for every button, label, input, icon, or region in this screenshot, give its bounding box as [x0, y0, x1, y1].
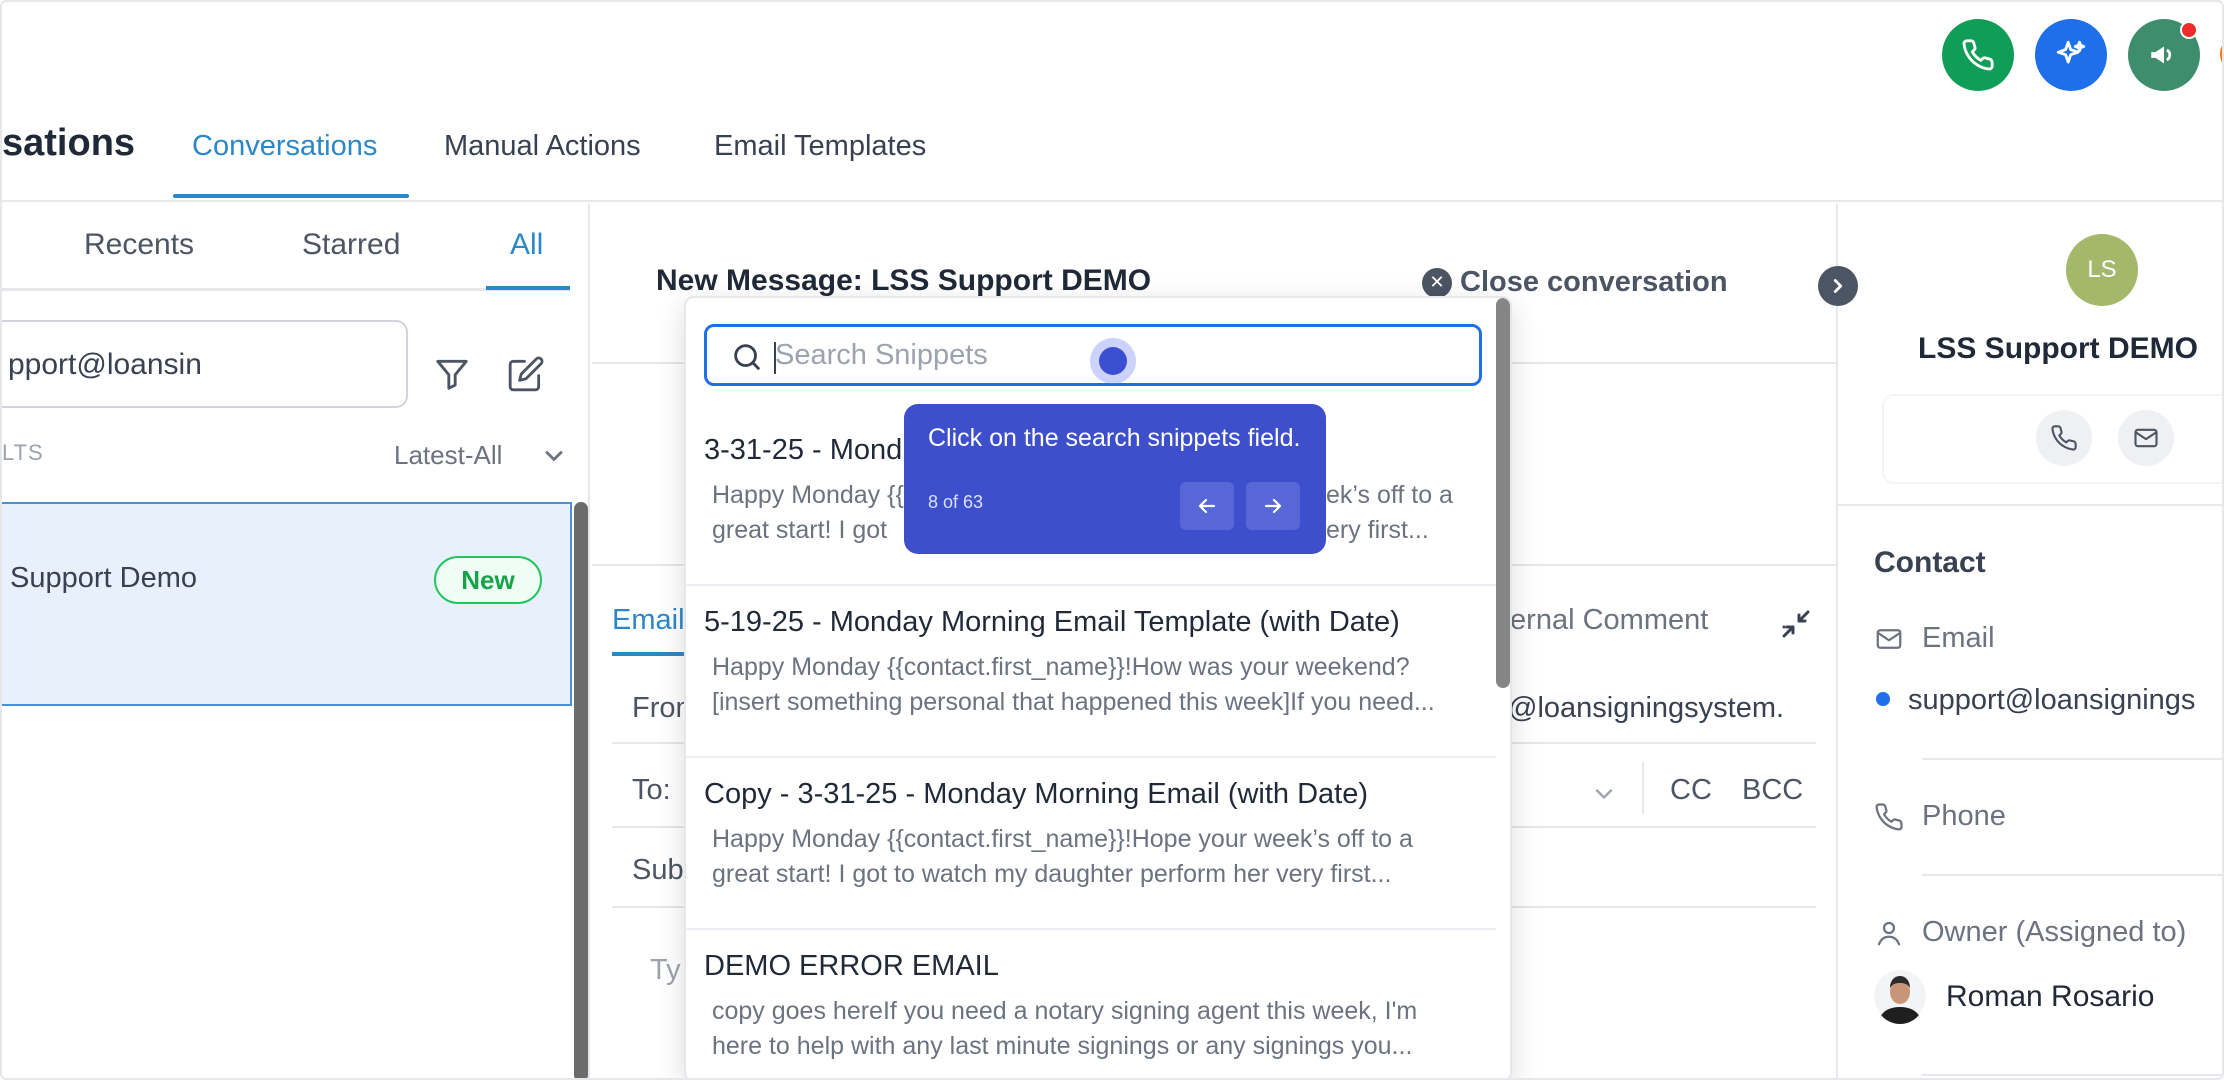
snippet-title: DEMO ERROR EMAIL: [704, 950, 999, 982]
top-bar: [2, 2, 2222, 102]
list-tab-starred[interactable]: Starred: [302, 228, 400, 262]
email-contact-button[interactable]: [2118, 410, 2174, 466]
divider: [1922, 758, 2222, 760]
user-avatar-partial[interactable]: [2220, 40, 2222, 68]
list-tab-recents[interactable]: Recents: [84, 228, 194, 262]
list-tab-indicator: [486, 286, 570, 290]
arrow-right-icon: [1264, 498, 1282, 514]
owner-name[interactable]: Roman Rosario: [1946, 980, 2154, 1014]
chevron-down-icon[interactable]: [540, 442, 568, 475]
compose-tab-email[interactable]: Email: [612, 604, 685, 637]
announcements-button[interactable]: [2128, 19, 2200, 91]
avatar: LS: [2066, 234, 2138, 306]
snippet-preview: copy goes hereIf you need a notary signi…: [712, 997, 1418, 1060]
snippet-preview-tail: ek’s off to a ery first...: [1326, 481, 1453, 544]
message-body-input[interactable]: Ty: [650, 954, 681, 987]
primary-indicator: [1876, 692, 1890, 706]
sort-select[interactable]: Latest-All: [394, 440, 502, 471]
tooltip-text: Click on the search snippets field.: [928, 424, 1301, 452]
compose-tab-indicator: [612, 652, 684, 656]
compose-tab-internal-comment[interactable]: ternal Comment: [1502, 604, 1708, 637]
snippet-item[interactable]: Copy - 3-31-25 - Monday Morning Email (w…: [686, 758, 1496, 930]
app-window: sations Conversations Manual Actions Ema…: [0, 0, 2224, 1080]
sparkles-icon: [2056, 40, 2086, 64]
divider: [1838, 504, 2222, 506]
filter-icon: [436, 359, 468, 390]
bcc-button[interactable]: BCC: [1742, 774, 1803, 807]
list-scrollbar[interactable]: [574, 502, 588, 1078]
mail-icon: [1874, 624, 1904, 659]
list-tab-all[interactable]: All: [510, 228, 543, 262]
contact-name: LSS Support DEMO: [1918, 332, 2198, 365]
snippets-scrollbar[interactable]: [1496, 298, 1510, 688]
ai-assistant-button[interactable]: [2035, 19, 2107, 91]
section-title: Contact: [1874, 546, 1986, 579]
text-caret: [774, 342, 776, 374]
snippet-item[interactable]: 5-19-25 - Monday Morning Email Template …: [686, 586, 1496, 758]
message-title: New Message: LSS Support DEMO: [656, 264, 1152, 297]
conversation-list-item[interactable]: [2, 502, 572, 706]
edit-icon: [508, 356, 544, 392]
email-value[interactable]: support@loansignings: [1908, 684, 2195, 717]
active-tab-indicator: [173, 194, 409, 198]
results-label: LTS: [2, 440, 44, 465]
phone-fab-button[interactable]: [1942, 19, 2014, 91]
chevron-down-icon[interactable]: [1590, 780, 1618, 813]
phone-icon: [1962, 39, 1994, 71]
conversation-name: Support Demo: [10, 562, 197, 594]
divider: [1922, 1074, 2222, 1076]
snippet-preview: Happy Monday {{contact.first_name}}!Hope…: [712, 825, 1413, 888]
close-icon: ✕: [1422, 267, 1452, 298]
cc-button[interactable]: CC: [1670, 774, 1712, 807]
phone-label[interactable]: Phone: [1922, 800, 2006, 833]
email-label: Email: [1922, 622, 1995, 654]
divider: [1922, 874, 2222, 876]
owner-avatar: [1874, 968, 1926, 1024]
call-contact-button[interactable]: [2036, 410, 2092, 466]
tour-step-counter: 8 of 63: [928, 492, 984, 512]
owner-label: Owner (Assigned to): [1922, 916, 2187, 948]
close-conversation-button[interactable]: ✕ Close conversation: [1422, 266, 1728, 299]
snippet-title: Copy - 3-31-25 - Monday Morning Email (w…: [704, 778, 1369, 810]
compose-button[interactable]: [504, 352, 548, 396]
user-icon: [1874, 918, 1904, 953]
tour-tooltip: Click on the search snippets field. 8 of…: [904, 404, 1326, 554]
notification-dot: [2180, 21, 2198, 39]
megaphone-icon: [2151, 46, 2172, 64]
tab-manual-actions[interactable]: Manual Actions: [444, 130, 641, 163]
snippet-preview: Happy Monday {{contact.first_name}}!How …: [712, 653, 1435, 716]
snippet-title: 3-31-25 - Mond: [704, 434, 903, 466]
search-icon: [730, 340, 764, 379]
chevron-right-icon: [1833, 279, 1843, 293]
expand-panel-button[interactable]: [1818, 266, 1858, 306]
tour-next-button[interactable]: [1246, 482, 1300, 530]
page-title: sations: [2, 122, 136, 164]
arrow-left-icon: [1198, 498, 1216, 514]
to-label: To:: [632, 774, 671, 806]
conversation-search-input[interactable]: pport@loansin: [2, 320, 408, 408]
divider: [1642, 762, 1644, 814]
filter-button[interactable]: [430, 352, 474, 396]
subject-label: Sub: [632, 854, 684, 886]
new-badge: New: [434, 556, 542, 604]
mail-icon: [2134, 428, 2158, 448]
collapse-icon[interactable]: [1778, 606, 1814, 647]
phone-icon: [1874, 802, 1904, 837]
tab-conversations[interactable]: Conversations: [192, 130, 377, 163]
tour-hotspot[interactable]: [1090, 338, 1136, 384]
snippet-title: 5-19-25 - Monday Morning Email Template …: [704, 606, 1400, 638]
list-tabs-divider: [2, 288, 570, 291]
snippet-item[interactable]: DEMO ERROR EMAIL copy goes hereIf you ne…: [686, 930, 1496, 1078]
tab-email-templates[interactable]: Email Templates: [714, 130, 926, 163]
tour-prev-button[interactable]: [1180, 482, 1234, 530]
close-conversation-label: Close conversation: [1460, 266, 1728, 298]
from-value[interactable]: @loansigningsystem.: [1508, 692, 1784, 725]
phone-icon: [2051, 425, 2077, 451]
